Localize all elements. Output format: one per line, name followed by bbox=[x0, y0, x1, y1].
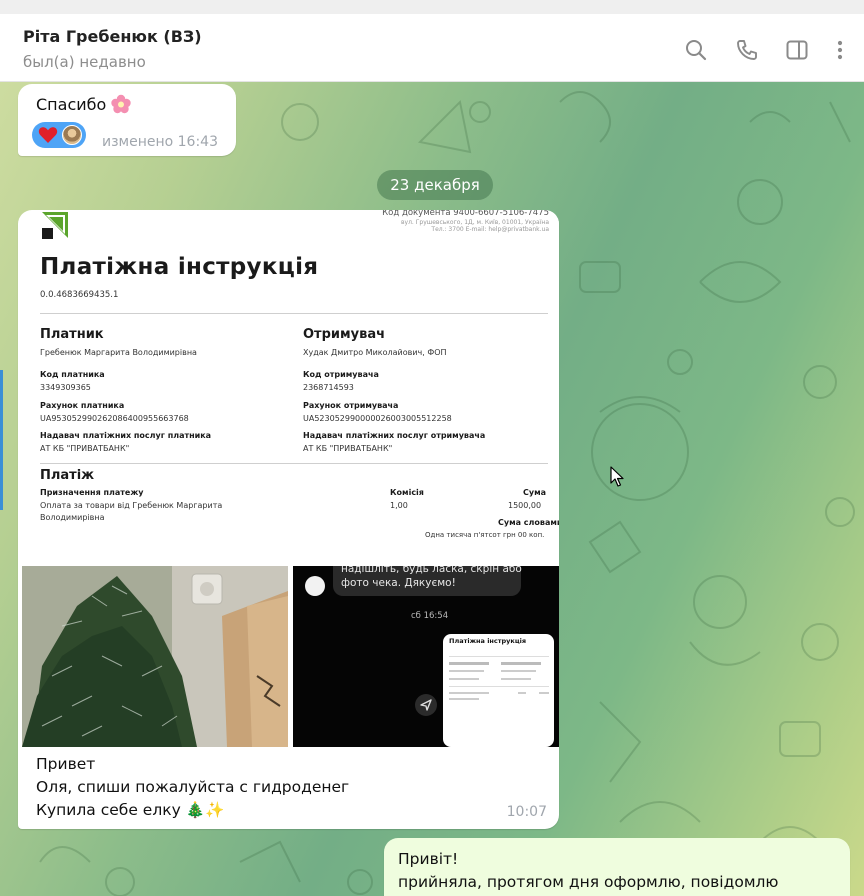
payer-account-label: Рахунок платника bbox=[40, 401, 125, 410]
screenshot-card-line bbox=[501, 678, 531, 680]
chat-header: Ріта Гребенюк (ВЗ) был(а) недавно bbox=[0, 14, 864, 82]
screenshot-document-card: Платіжна інструкція bbox=[443, 634, 554, 747]
receiver-code-label: Код отримувача bbox=[303, 370, 379, 379]
receiver-heading: Отримувач bbox=[303, 327, 386, 342]
incoming-message-album[interactable]: Код документа 9400-6607-5106-7475 вул. Г… bbox=[18, 210, 559, 829]
payer-provider: АТ КБ "ПРИВАТБАНК" bbox=[40, 444, 130, 453]
reply-line2: прийняла, протягом дня оформлю, повідомл… bbox=[398, 873, 779, 891]
left-edge-accent bbox=[0, 370, 3, 510]
caption-line3: Купила себе елку 🎄✨ bbox=[36, 801, 225, 819]
incoming-message-thanks[interactable]: Спасибо изменено 16:43 bbox=[18, 84, 236, 156]
document-title: Платіжна інструкція bbox=[40, 254, 319, 280]
privatbank-logo-icon bbox=[42, 212, 68, 239]
screenshot-card-line bbox=[539, 692, 549, 694]
forward-icon[interactable] bbox=[415, 694, 437, 716]
message-timestamp: 10:07 bbox=[506, 804, 547, 820]
window-top-strip bbox=[0, 0, 864, 14]
screenshot-card-line bbox=[501, 662, 541, 665]
document-address-line: вул. Грушевського, 1Д, м. Київ, 01001, У… bbox=[400, 219, 549, 226]
receiver-provider-label: Надавач платіжних послуг отримувача bbox=[303, 431, 486, 440]
christmas-tree-image bbox=[22, 566, 288, 747]
reactor-avatar bbox=[62, 125, 82, 145]
date-separator: 23 декабря bbox=[377, 170, 493, 200]
payer-account: UA953052990262086400955663768 bbox=[40, 414, 189, 423]
fee-label: Комісія bbox=[390, 488, 424, 497]
heart-icon bbox=[38, 127, 58, 143]
chat-screenshot-photo[interactable]: надішліть, будь ласка, скрін або фото че… bbox=[293, 566, 559, 747]
divider bbox=[40, 463, 548, 464]
document-address: вул. Грушевського, 1Д, м. Київ, 01001, У… bbox=[329, 219, 549, 233]
payer-code-label: Код платника bbox=[40, 370, 105, 379]
sidebar-toggle-icon[interactable] bbox=[785, 38, 809, 62]
document-code: Код документа 9400-6607-5106-7475 bbox=[382, 210, 549, 218]
caption-line2: Оля, спиши пожалуйста с гидроденег bbox=[36, 778, 350, 796]
divider bbox=[40, 313, 548, 314]
purpose-label: Призначення платежу bbox=[40, 488, 144, 497]
screenshot-card-line bbox=[449, 662, 489, 665]
screenshot-bubble-line1: надішліть, будь ласка, скрін або bbox=[341, 566, 522, 575]
christmas-tree-photo[interactable] bbox=[22, 566, 288, 747]
payer-name: Гребенюк Маргарита Володимирівна bbox=[40, 348, 197, 357]
payer-code: 3349309365 bbox=[40, 383, 91, 392]
chat-status: был(а) недавно bbox=[23, 53, 146, 71]
purpose-line2: Володимирівна bbox=[40, 513, 105, 522]
search-icon[interactable] bbox=[684, 38, 708, 62]
screenshot-card-title: Платіжна інструкція bbox=[449, 637, 527, 645]
screenshot-bubble: надішліть, будь ласка, скрін або фото че… bbox=[333, 566, 522, 596]
screenshot-avatar bbox=[305, 576, 325, 596]
edited-timestamp: изменено 16:43 bbox=[102, 134, 218, 150]
document-contacts-line: Тел.: 3700 E-mail: help@privatbank.ua bbox=[431, 226, 549, 233]
message-text: Спасибо bbox=[36, 94, 132, 114]
amount-value: 1500,00 bbox=[508, 501, 542, 510]
screenshot-card-line bbox=[518, 692, 526, 694]
payer-heading: Платник bbox=[40, 327, 104, 342]
caption-line1: Привет bbox=[36, 755, 96, 773]
screenshot-bubble-line2: фото чека. Дякуємо! bbox=[341, 577, 456, 589]
receiver-provider: АТ КБ "ПРИВАТБАНК" bbox=[303, 444, 393, 453]
screenshot-card-line bbox=[501, 670, 536, 672]
more-vertical-icon[interactable] bbox=[828, 38, 852, 62]
screenshot-card-line bbox=[449, 692, 489, 694]
phone-icon[interactable] bbox=[735, 38, 759, 62]
screenshot-card-line bbox=[449, 670, 484, 672]
screenshot-card-line bbox=[449, 678, 479, 680]
outgoing-message-reply[interactable]: Привіт! прийняла, протягом дня оформлю, … bbox=[384, 838, 850, 896]
screenshot-card-divider bbox=[449, 686, 549, 687]
amount-label: Сума bbox=[523, 488, 547, 497]
receiver-account: UA523052990000026003005512258 bbox=[303, 414, 452, 423]
screenshot-card-line bbox=[449, 698, 479, 700]
mouse-cursor-icon bbox=[610, 466, 624, 487]
chat-title[interactable]: Ріта Гребенюк (ВЗ) bbox=[23, 27, 202, 46]
document-number: 0.0.4683669435.1 bbox=[40, 290, 119, 300]
screenshot-card-divider bbox=[449, 656, 549, 657]
amount-words: Одна тисяча п'ятсот грн 00 коп. bbox=[425, 531, 545, 539]
receiver-account-label: Рахунок отримувача bbox=[303, 401, 399, 410]
reply-line1: Привіт! bbox=[398, 850, 459, 868]
flower-emoji-icon bbox=[110, 94, 132, 114]
chat-area[interactable]: Спасибо изменено 16:43 23 декабря Код до… bbox=[0, 82, 864, 896]
purpose-line1: Оплата за товари від Гребенюк Маргарита bbox=[40, 501, 223, 510]
screenshot-time: сб 16:54 bbox=[411, 611, 449, 621]
receiver-name: Худак Дмитро Миколайович, ФОП bbox=[303, 348, 447, 357]
payer-provider-label: Надавач платіжних послуг платника bbox=[40, 431, 212, 440]
message-text-content: Спасибо bbox=[36, 95, 107, 114]
payment-heading: Платіж bbox=[40, 468, 95, 483]
payment-document-image[interactable]: Код документа 9400-6607-5106-7475 вул. Г… bbox=[22, 210, 559, 566]
amount-words-label: Сума словами bbox=[498, 518, 559, 527]
reaction-pill[interactable] bbox=[32, 122, 86, 148]
receiver-code: 2368714593 bbox=[303, 383, 354, 392]
fee-value: 1,00 bbox=[390, 501, 408, 510]
